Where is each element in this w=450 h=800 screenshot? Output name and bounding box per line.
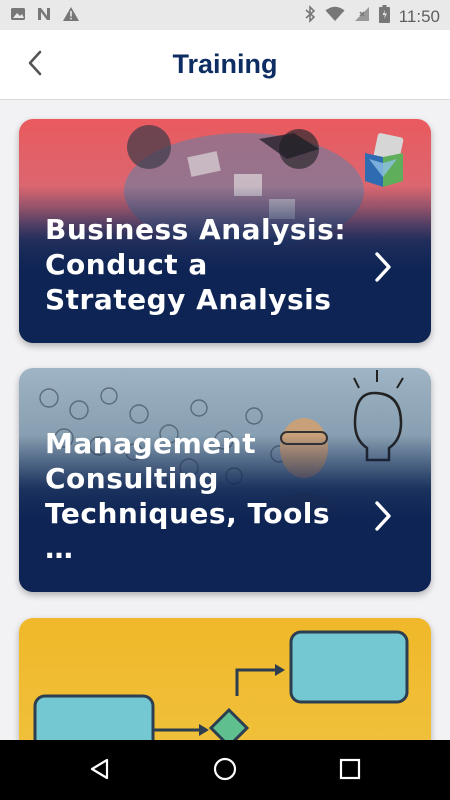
app-bar: Training: [0, 30, 450, 100]
signal-icon: [354, 6, 370, 27]
card-title: Business Analysis: Conduct a Strategy An…: [45, 213, 347, 316]
chevron-right-icon: [373, 500, 393, 537]
battery-icon: [378, 5, 390, 28]
warning-icon: [62, 6, 80, 27]
course-card[interactable]: Management Consulting Techniques, Tools …: [19, 368, 431, 592]
nav-recents-button[interactable]: [336, 757, 364, 785]
circle-home-icon: [213, 757, 237, 786]
square-recents-icon: [339, 758, 361, 785]
nav-bar: [0, 740, 450, 800]
page-title: Training: [172, 49, 278, 79]
gallery-icon: [10, 6, 26, 27]
n-app-icon: [36, 6, 52, 27]
status-bar: 11:50: [0, 0, 450, 30]
chevron-right-icon: [373, 251, 393, 288]
course-card[interactable]: [19, 618, 431, 740]
course-card[interactable]: Business Analysis: Conduct a Strategy An…: [19, 119, 431, 343]
status-time: 11:50: [398, 6, 440, 26]
triangle-back-icon: [89, 758, 111, 785]
course-list[interactable]: Business Analysis: Conduct a Strategy An…: [0, 101, 450, 740]
nav-back-button[interactable]: [86, 757, 114, 785]
nav-home-button[interactable]: [211, 757, 239, 785]
wifi-icon: [325, 6, 345, 27]
bluetooth-icon: [304, 5, 316, 28]
card-title: Management Consulting Techniques, Tools …: [45, 427, 331, 565]
card-image: [33, 630, 409, 740]
